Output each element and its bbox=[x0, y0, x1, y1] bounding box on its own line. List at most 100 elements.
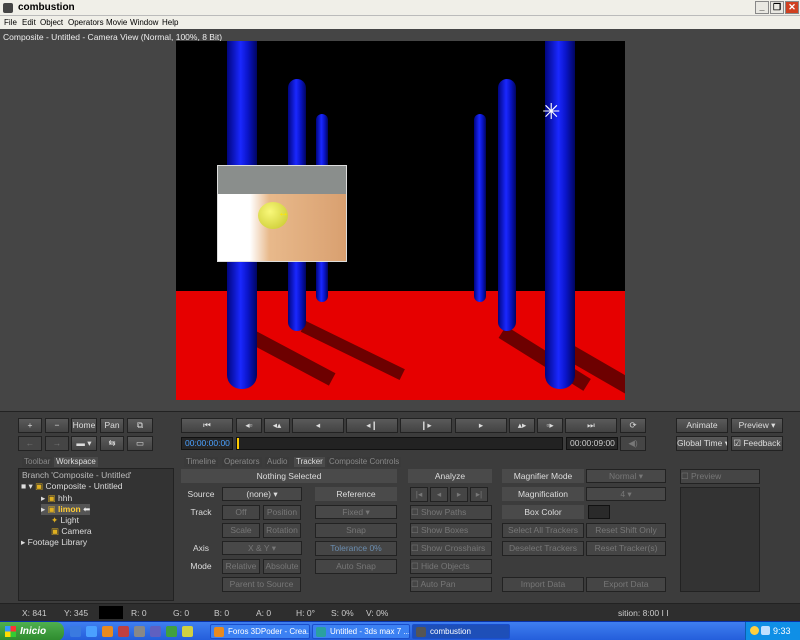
prev-keyframe-button[interactable]: ◂▴ bbox=[264, 418, 290, 433]
app-icon[interactable] bbox=[182, 626, 193, 637]
minimize-button[interactable]: _ bbox=[755, 1, 769, 14]
limon-footage-layer[interactable]: ↔ bbox=[217, 165, 347, 262]
firefox-icon[interactable] bbox=[102, 626, 113, 637]
app-icon[interactable] bbox=[150, 626, 161, 637]
app-icon[interactable] bbox=[166, 626, 177, 637]
mode-relative-button[interactable]: Relative bbox=[222, 559, 260, 574]
maximize-button[interactable]: ❐ bbox=[770, 1, 784, 14]
select-all-trackers-button[interactable]: Select All Trackers bbox=[502, 523, 584, 538]
start-button[interactable]: Inicio bbox=[0, 622, 64, 640]
export-data-button[interactable]: Export Data bbox=[586, 577, 666, 592]
volume-icon[interactable] bbox=[761, 626, 770, 635]
light-star-icon[interactable]: ✳ bbox=[542, 101, 560, 123]
end-time-field[interactable]: 00:00:09:00 bbox=[566, 437, 618, 450]
tree-row-light[interactable]: ✦ Light bbox=[51, 515, 79, 526]
tab-toolbar[interactable]: Toolbar bbox=[22, 457, 53, 467]
tab-tracker[interactable]: Tracker bbox=[294, 457, 325, 467]
task-combustion[interactable]: combustion bbox=[412, 624, 510, 639]
current-time-field[interactable]: 00:00:00:00 bbox=[181, 437, 233, 450]
feedback-checkbox[interactable]: ☑ Feedback bbox=[731, 436, 783, 451]
tree-row-hhh[interactable]: ▸ ▣ hhh bbox=[41, 493, 72, 504]
browser-icon[interactable] bbox=[86, 626, 97, 637]
parent-to-source-button[interactable]: Parent to Source bbox=[222, 577, 301, 592]
snap-button[interactable]: Snap bbox=[315, 523, 397, 538]
hide-objects-checkbox[interactable]: ☐ Hide Objects bbox=[410, 559, 492, 574]
track-scale-button[interactable]: Scale bbox=[222, 523, 260, 538]
go-to-start-button[interactable]: ⏮ bbox=[181, 418, 233, 433]
go-to-end-button[interactable]: ⏭ bbox=[565, 418, 617, 433]
auto-snap-button[interactable]: Auto Snap bbox=[315, 559, 397, 574]
animate-button[interactable]: Animate bbox=[676, 418, 728, 433]
tab-composite-controls[interactable]: Composite Controls bbox=[327, 457, 402, 467]
reset-shift-only-button[interactable]: Reset Shift Only bbox=[586, 523, 666, 538]
prev-key-button[interactable]: ◂▫ bbox=[236, 418, 262, 433]
analyze-end-icon[interactable]: ▸| bbox=[470, 487, 488, 502]
show-crosshairs-checkbox[interactable]: ☐ Show Crosshairs bbox=[410, 541, 492, 556]
auto-pan-checkbox[interactable]: ☐ Auto Pan bbox=[410, 577, 492, 592]
close-button[interactable]: ✕ bbox=[785, 1, 799, 14]
reference-dropdown[interactable]: Fixed ▾ bbox=[315, 505, 397, 519]
menu-help[interactable]: Help bbox=[162, 18, 178, 27]
deselect-trackers-button[interactable]: Deselect Trackers bbox=[502, 541, 584, 556]
layout-icon[interactable]: ▭ bbox=[127, 436, 153, 451]
menu-file[interactable]: File bbox=[4, 18, 17, 27]
track-off-button[interactable]: Off bbox=[222, 505, 260, 520]
desktop-icon[interactable] bbox=[70, 626, 81, 637]
move-arrow-icon[interactable]: ↔ bbox=[278, 207, 289, 219]
magnifier-mode-dropdown[interactable]: Normal ▾ bbox=[586, 469, 666, 483]
reset-trackers-button[interactable]: Reset Tracker(s) bbox=[586, 541, 666, 556]
import-data-button[interactable]: Import Data bbox=[502, 577, 584, 592]
global-time-dropdown[interactable]: Global Time ▾ bbox=[676, 436, 728, 451]
tree-row-composite[interactable]: ■ ▾ ▣ Composite - Untitled bbox=[21, 481, 123, 492]
playhead[interactable] bbox=[237, 438, 239, 449]
step-forward-button[interactable]: ❙▸ bbox=[400, 418, 452, 433]
loop-icon[interactable]: ⟳ bbox=[620, 418, 646, 433]
menu-edit[interactable]: Edit bbox=[22, 18, 36, 27]
show-boxes-checkbox[interactable]: ☐ Show Boxes bbox=[410, 523, 492, 538]
tab-timeline[interactable]: Timeline bbox=[184, 457, 218, 467]
tree-row-limon[interactable]: ▸ ▣ limon ⬅ bbox=[41, 504, 91, 515]
forward-arrow-icon[interactable]: → bbox=[45, 436, 69, 451]
tab-operators[interactable]: Operators bbox=[222, 457, 262, 467]
menu-operators[interactable]: Operators bbox=[68, 18, 104, 27]
audio-icon[interactable]: ◀) bbox=[620, 436, 646, 451]
tree-row-footage[interactable]: ▸ Footage Library bbox=[21, 537, 87, 548]
show-paths-checkbox[interactable]: ☐ Show Paths bbox=[410, 505, 492, 520]
zoom-in-button[interactable]: + bbox=[18, 418, 42, 433]
preview-dropdown[interactable]: Preview ▾ bbox=[731, 418, 783, 433]
axis-dropdown[interactable]: X & Y ▾ bbox=[222, 541, 302, 555]
mode-absolute-button[interactable]: Absolute bbox=[263, 559, 301, 574]
analyze-start-icon[interactable]: |◂ bbox=[410, 487, 428, 502]
menu-movie[interactable]: Movie bbox=[106, 18, 127, 27]
scene-render[interactable]: ✳ ↔ bbox=[176, 41, 625, 400]
tolerance-slider[interactable]: Tolerance 0% bbox=[315, 541, 397, 556]
task-3ds-max[interactable]: Untitled - 3ds max 7 ... bbox=[312, 624, 410, 639]
task-foros-3dpoder[interactable]: Foros 3DPoder - Crea... bbox=[210, 624, 310, 639]
tab-audio[interactable]: Audio bbox=[265, 457, 290, 467]
preview-checkbox[interactable]: ☐ Preview bbox=[680, 469, 760, 484]
menu-object[interactable]: Object bbox=[40, 18, 63, 27]
analyze-forward-icon[interactable]: ▸ bbox=[450, 487, 468, 502]
zoom-out-button[interactable]: − bbox=[45, 418, 69, 433]
source-dropdown[interactable]: (none) ▾ bbox=[222, 487, 302, 501]
track-rotation-button[interactable]: Rotation bbox=[263, 523, 301, 538]
back-arrow-icon[interactable]: ← bbox=[18, 436, 42, 451]
viewport-icon[interactable]: ⧉ bbox=[127, 418, 153, 433]
media-icon[interactable] bbox=[118, 626, 129, 637]
channel-icon[interactable]: ⇆ bbox=[100, 436, 124, 451]
next-keyframe-button[interactable]: ▴▸ bbox=[509, 418, 535, 433]
timeline-scrubber[interactable] bbox=[236, 437, 563, 450]
next-key-button[interactable]: ▫▸ bbox=[537, 418, 563, 433]
tab-workspace[interactable]: Workspace bbox=[54, 457, 98, 467]
play-button[interactable]: ▸ bbox=[455, 418, 507, 433]
step-back-button[interactable]: ◂❙ bbox=[346, 418, 398, 433]
play-reverse-button[interactable]: ◂ bbox=[292, 418, 344, 433]
pan-button[interactable]: Pan bbox=[100, 418, 124, 433]
home-button[interactable]: Home bbox=[71, 418, 97, 433]
app-icon[interactable] bbox=[134, 626, 145, 637]
magnification-dropdown[interactable]: 4 ▾ bbox=[586, 487, 666, 501]
tray-icon[interactable] bbox=[750, 626, 759, 635]
box-color-swatch[interactable] bbox=[588, 505, 610, 519]
menu-window[interactable]: Window bbox=[130, 18, 158, 27]
tree-row-camera[interactable]: ▣ Camera bbox=[51, 526, 92, 537]
